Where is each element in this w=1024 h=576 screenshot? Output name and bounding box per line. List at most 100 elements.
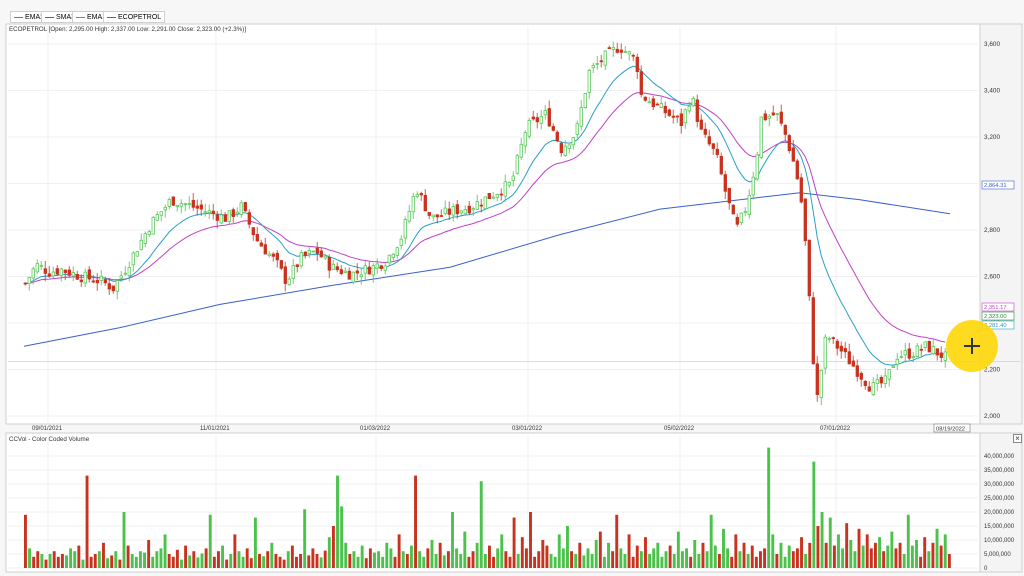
candle-body [527,120,531,137]
volume-bar [93,554,97,568]
volume-bar [430,540,434,568]
volume-bar [496,548,500,568]
close-volume-panel-button[interactable]: × [1013,434,1022,443]
volume-bar [726,548,730,568]
volume-bar [393,556,397,568]
candle-body [95,279,99,284]
candle-body [499,193,503,196]
volume-bar [607,542,610,568]
candle-body [851,360,855,367]
candle-body [511,175,515,181]
volume-bar [672,554,676,568]
volume-bar [734,534,738,568]
volume-bar [890,531,894,568]
volume-bar [619,548,623,568]
volume-bar [422,556,426,568]
volume-bar [114,551,118,568]
volume-bar [668,545,672,568]
candle-body [439,215,443,217]
chart-canvas[interactable]: 3,6003,4003,2003,0002,8002,6002,4002,200… [0,0,1024,576]
candle-body [843,348,847,353]
candle-body [307,250,311,255]
volume-bar [442,555,446,568]
volume-axis: 40,000,000 35,000,000 30,000,000 25,000,000… [984,454,1015,572]
volume-bar [730,556,734,568]
volume-bar [110,555,114,568]
candle-body [187,203,191,205]
candle-body [871,382,875,395]
candle-body [419,193,423,196]
volume-bar [274,554,278,568]
volume-bar [648,554,652,568]
candle-body [923,341,927,348]
candle-body [875,379,879,384]
candle-body [435,214,439,218]
candle-body [939,352,943,358]
candle-body [219,214,223,224]
candle-body [787,135,791,152]
candle-body [91,280,95,283]
candle-body [291,265,295,279]
volume-bar [233,534,237,568]
candle-body [155,214,159,221]
candle-body [387,254,391,264]
candle-body [319,250,323,258]
candle-body [831,337,835,339]
candle-body [887,369,891,380]
volume-bar [175,549,179,568]
candle-body [67,269,71,276]
volume-bar [787,545,791,568]
volume-bar [418,551,422,568]
candle-body [779,111,783,124]
volume-bar [373,552,376,568]
candle-body [539,116,543,124]
candle-body [455,204,459,215]
candle-body [727,187,731,204]
volume-bar [336,475,339,568]
candle-body [463,209,467,215]
candle-body [867,386,871,392]
candle-body [507,181,511,186]
candle-body [271,253,275,257]
candle-body [899,356,903,358]
candle-body [799,177,803,203]
volume-bar [225,559,229,568]
date-tick-label: 03/01/2022 [512,426,543,432]
volume-bar [270,542,274,568]
candle-body [335,266,339,271]
candle-body [807,239,811,297]
volume-bar [574,554,578,568]
candle-body [75,274,79,280]
candle-body [487,192,491,200]
volume-bar [894,548,898,568]
volume-bar [40,554,44,568]
candle-body [883,375,887,384]
volume-bar [48,554,52,568]
date-axis: 09/01/2021 11/01/2021 01/03/2022 03/01/2022… [32,423,971,433]
volume-bar [143,552,146,568]
volume-bar [676,531,680,568]
volume-bar [348,554,352,568]
volume-bar [56,556,60,568]
candle-body [595,63,599,65]
volume-bar [512,517,516,568]
candle-body [163,206,167,211]
candle-body [27,277,31,284]
candle-body [911,356,915,359]
candle-body [479,204,483,207]
candle-body [203,211,207,214]
candle-body [347,270,351,280]
candle-body [411,196,415,213]
candle-body [579,107,583,127]
candle-body [223,214,227,222]
candle-body [931,346,935,355]
volume-bar [816,526,820,568]
volume-bar [553,556,557,568]
volume-bar [331,526,335,568]
volume-bar [759,551,762,568]
candle-body [195,205,199,209]
candle-body [259,242,263,247]
volume-bar [377,551,381,568]
candle-body [927,340,931,353]
volume-bar [804,554,808,568]
